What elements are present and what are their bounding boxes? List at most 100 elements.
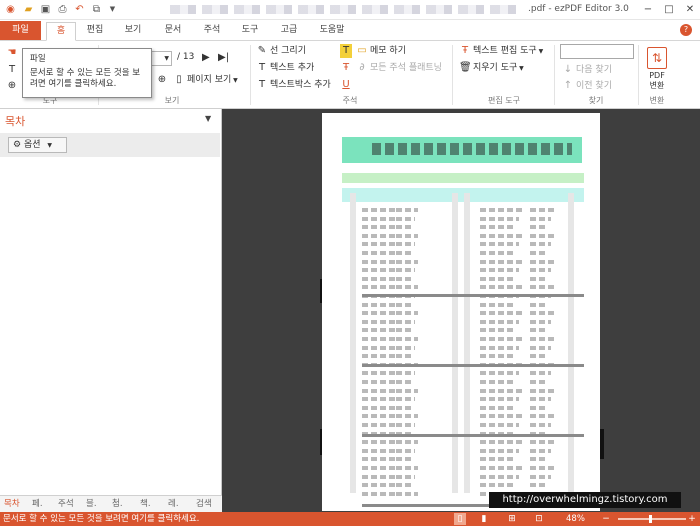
textbox-icon: T bbox=[258, 79, 266, 90]
panel-tab-bookmarks[interactable]: 목차 bbox=[4, 498, 20, 511]
tab-document[interactable]: 문서 bbox=[158, 22, 188, 41]
group-label-annotation: 주석 bbox=[342, 96, 358, 105]
page-dropdown-icon[interactable]: ▼ bbox=[164, 52, 169, 65]
panel-tab-blocks[interactable]: 블. bbox=[86, 498, 97, 511]
eraser-tool-button[interactable]: 🗑지우기 도구 ▼ bbox=[459, 61, 524, 75]
fit-page-icon[interactable]: ⊡ bbox=[533, 513, 545, 525]
panel-menu-dropdown-icon[interactable]: ▼ bbox=[205, 114, 211, 123]
table-cell bbox=[480, 242, 519, 247]
close-button[interactable]: ✕ bbox=[680, 2, 700, 17]
table-cell bbox=[480, 208, 522, 212]
memo-button[interactable]: ▭ 메모 하기 bbox=[356, 44, 406, 58]
menu-bar: 파일 홈 편집 보기 문서 주석 도구 고급 도움말 ? bbox=[0, 20, 700, 41]
page-view-button[interactable]: ▯ 페이지 보기 ▼ bbox=[173, 73, 238, 87]
zoom-slider-handle[interactable] bbox=[649, 515, 652, 523]
quick-access-dropdown-icon[interactable]: ▼ bbox=[106, 3, 119, 16]
zoom-level: 48% bbox=[566, 514, 585, 524]
chevron-down-icon: ▼ bbox=[231, 77, 238, 84]
zoom-out-icon[interactable]: − bbox=[600, 513, 612, 525]
next-page-icon[interactable]: ▶ bbox=[202, 51, 210, 65]
watermark: http://overwhelmingz.tistory.com bbox=[489, 492, 681, 508]
help-icon[interactable]: ? bbox=[680, 24, 692, 36]
document-view[interactable] bbox=[222, 109, 700, 512]
minimize-button[interactable]: − bbox=[638, 2, 658, 17]
chevron-down-icon: ▼ bbox=[517, 65, 524, 72]
panel-tab-annotations[interactable]: 주석 bbox=[58, 498, 74, 511]
table-cell bbox=[530, 397, 551, 402]
panel-tab-bar: 목차 페. 주석 블. 첨. 책. 레. 검색 bbox=[0, 495, 222, 512]
save-icon[interactable]: ▣ bbox=[39, 3, 52, 16]
table-column bbox=[568, 193, 574, 493]
file-menu-button[interactable]: 파일 bbox=[0, 21, 41, 40]
table-cell bbox=[480, 319, 519, 324]
strikeout-button[interactable]: Ŧ bbox=[340, 61, 354, 75]
text-edit-tool-button[interactable]: Ŧ 텍스트 편집 도구 ▼ bbox=[459, 44, 543, 58]
table-cell bbox=[396, 302, 412, 307]
table-cell bbox=[396, 259, 418, 264]
group-divider bbox=[250, 45, 251, 105]
draw-line-button[interactable]: ✎ 선 그리기 bbox=[256, 44, 306, 58]
table-cell bbox=[480, 216, 519, 221]
table-cell bbox=[480, 397, 519, 402]
table-cell bbox=[480, 302, 516, 307]
table-cell bbox=[480, 440, 522, 445]
find-previous-button[interactable]: ↑ 이전 찾기 bbox=[562, 79, 612, 93]
pdf-page[interactable] bbox=[322, 113, 600, 511]
panel-tab-pages[interactable]: 페. bbox=[32, 498, 43, 511]
arrow-up-icon: ↑ bbox=[563, 80, 573, 91]
find-next-button[interactable]: ↓ 다음 찾기 bbox=[562, 63, 612, 77]
tab-annotation[interactable]: 주석 bbox=[197, 22, 227, 41]
tab-help[interactable]: 도움말 bbox=[314, 22, 350, 41]
table-cell bbox=[480, 371, 519, 376]
zoom-tool[interactable]: ⊕ bbox=[6, 79, 20, 93]
zoom-in-icon[interactable]: + bbox=[686, 513, 698, 525]
panel-tab-attachments[interactable]: 첨. bbox=[112, 498, 123, 511]
gear-icon: ⚙ bbox=[13, 140, 22, 150]
table-cell bbox=[480, 414, 522, 419]
open-folder-icon[interactable]: ▰ bbox=[22, 3, 35, 16]
table-cell bbox=[530, 319, 551, 324]
table-cell bbox=[396, 285, 418, 290]
options-button[interactable]: ⚙ 옵션 ▼ bbox=[8, 137, 67, 153]
table-cell bbox=[396, 405, 412, 410]
panel-tab-layers[interactable]: 레. bbox=[168, 498, 179, 511]
find-input[interactable] bbox=[560, 44, 634, 59]
last-page-icon[interactable]: ▶| bbox=[218, 51, 229, 65]
tab-advanced[interactable]: 고급 bbox=[274, 22, 304, 41]
tab-home[interactable]: 홈 bbox=[46, 22, 76, 41]
group-divider bbox=[638, 45, 639, 105]
add-textbox-button[interactable]: T 텍스트박스 추가 bbox=[256, 78, 331, 92]
table-cell bbox=[396, 483, 412, 488]
hand-icon: ☚ bbox=[7, 47, 17, 58]
table-cell bbox=[530, 268, 551, 273]
flatten-all-annotations-button[interactable]: ∂ 모든 주석 플래트닝 bbox=[356, 61, 442, 75]
underline-button[interactable]: U bbox=[340, 78, 354, 92]
table-cell bbox=[530, 405, 548, 410]
text-select-tool[interactable]: T bbox=[6, 63, 20, 77]
maximize-button[interactable]: □ bbox=[659, 2, 679, 17]
table-cell bbox=[480, 311, 522, 316]
table-cell bbox=[396, 225, 412, 230]
tab-tools[interactable]: 도구 bbox=[235, 22, 265, 41]
table-cell bbox=[396, 311, 418, 316]
tab-edit[interactable]: 편집 bbox=[80, 22, 110, 41]
hand-tool[interactable]: ☚ bbox=[6, 46, 20, 60]
table-cell bbox=[396, 354, 412, 359]
panel-tab-books[interactable]: 책. bbox=[140, 498, 151, 511]
undo-icon[interactable]: ↶ bbox=[73, 3, 86, 16]
text-edit-icon: Ŧ bbox=[461, 45, 469, 56]
print-icon[interactable]: ⎙ bbox=[56, 3, 69, 16]
table-cell bbox=[396, 491, 418, 496]
panel-tab-search[interactable]: 검색 bbox=[196, 498, 212, 511]
single-page-view-icon[interactable]: ▯ bbox=[454, 513, 466, 525]
highlight-button[interactable]: T bbox=[340, 44, 354, 58]
table-column bbox=[452, 193, 458, 493]
tab-view[interactable]: 보기 bbox=[118, 22, 148, 41]
redo-icon[interactable]: ⧉ bbox=[90, 3, 103, 16]
add-text-button[interactable]: T 텍스트 추가 bbox=[256, 61, 314, 75]
facing-view-icon[interactable]: ⊞ bbox=[506, 513, 518, 525]
pdf-convert-button[interactable]: ⇅ PDF 변환 bbox=[642, 47, 672, 91]
zoom-slider[interactable] bbox=[618, 515, 686, 523]
zoom-in-button[interactable]: ⊕ bbox=[156, 73, 170, 87]
continuous-view-icon[interactable]: ▮ bbox=[478, 513, 490, 525]
